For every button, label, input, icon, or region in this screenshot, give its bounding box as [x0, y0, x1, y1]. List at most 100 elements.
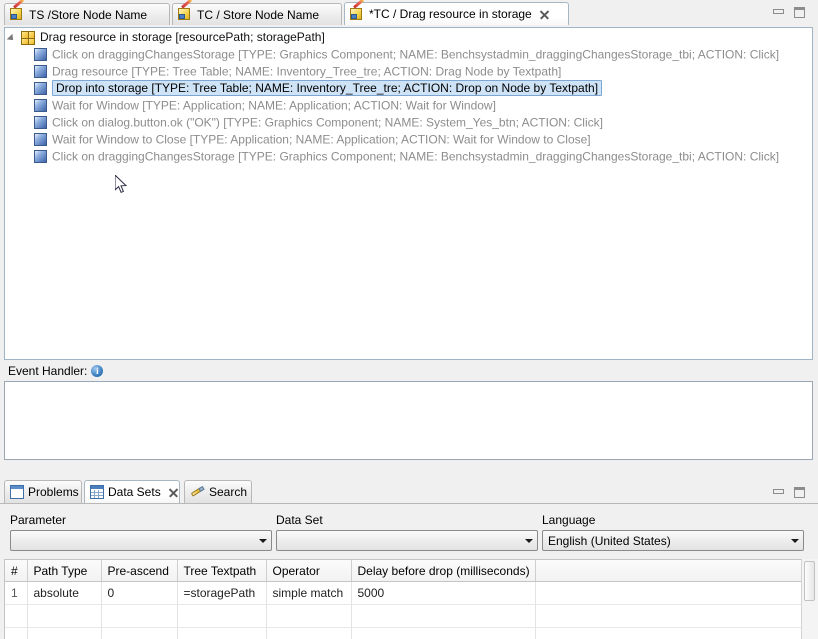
tree-item-click-dragging-changes-storage-1[interactable]: Click on draggingChangesStorage [TYPE: G…: [6, 46, 811, 63]
maximize-icon[interactable]: [793, 6, 807, 19]
column-header-tree-textpath[interactable]: Tree Textpath: [177, 560, 266, 582]
event-handler-label-row: Event Handler: i: [8, 364, 103, 378]
tree-item-label: Wait for Window [TYPE: Application; NAME…: [52, 98, 496, 112]
column-header-path-type[interactable]: Path Type: [27, 560, 101, 582]
blue-square-icon: [34, 65, 47, 78]
cell-path-type[interactable]: [27, 605, 101, 628]
cell-pre-ascend[interactable]: [101, 605, 177, 628]
table-row[interactable]: [5, 628, 805, 639]
search-pen-icon: [190, 485, 206, 499]
column-header-delay-before-drop[interactable]: Delay before drop (milliseconds): [351, 560, 535, 582]
language-combo[interactable]: English (United States): [542, 530, 804, 551]
part-sash[interactable]: [0, 468, 818, 473]
test-step-tree[interactable]: Drag resource in storage [resourcePath; …: [4, 27, 813, 360]
editor-icon: [10, 7, 25, 22]
language-value: English (United States): [543, 534, 787, 548]
editor-tab-label: TS /Store Node Name: [29, 8, 147, 22]
cell-delay-before-drop[interactable]: [351, 605, 535, 628]
language-label: Language: [542, 513, 595, 527]
tree-item-label: Click on draggingChangesStorage [TYPE: G…: [52, 149, 779, 163]
editor-tab-bar: TS /Store Node Name TC / Store Node Name…: [0, 0, 818, 25]
tree-item-wait-for-window[interactable]: Wait for Window [TYPE: Application; NAME…: [6, 97, 811, 114]
event-handler-editor[interactable]: [4, 381, 813, 460]
tree-root-item[interactable]: Drag resource in storage [resourcePath; …: [6, 29, 811, 46]
cell-index[interactable]: [5, 628, 27, 639]
tab-label: Search: [209, 485, 247, 499]
tab-problems[interactable]: Problems: [4, 480, 82, 503]
info-icon[interactable]: i: [91, 365, 103, 377]
data-set-label: Data Set: [276, 513, 323, 527]
scrollbar-thumb[interactable]: [804, 561, 815, 601]
editor-window-buttons: [772, 6, 807, 19]
blue-square-icon: [34, 99, 47, 112]
close-icon[interactable]: [539, 9, 550, 20]
cell-delay-before-drop[interactable]: 5000: [351, 582, 535, 605]
data-set-grid: # Path Type Pre-ascend Tree Textpath Ope…: [5, 560, 806, 639]
minimize-icon[interactable]: [772, 6, 786, 19]
cell-operator[interactable]: [266, 605, 351, 628]
editor-icon: [178, 7, 193, 22]
cell-index[interactable]: [5, 605, 27, 628]
data-set-combo[interactable]: [276, 530, 538, 551]
chevron-down-icon[interactable]: [521, 539, 537, 543]
cell-pre-ascend[interactable]: 0: [101, 582, 177, 605]
column-header-extra[interactable]: [535, 560, 805, 582]
data-sets-view: Parameter Data Set Language English (Uni…: [0, 503, 818, 639]
cell-path-type[interactable]: absolute: [27, 582, 101, 605]
tree-item-wait-for-window-to-close[interactable]: Wait for Window to Close [TYPE: Applicat…: [6, 131, 811, 148]
cell-extra[interactable]: [535, 605, 805, 628]
parameter-combo[interactable]: [10, 530, 272, 551]
blue-square-icon: [34, 116, 47, 129]
grid-folder-icon: [21, 31, 35, 45]
tree-content: Drag resource in storage [resourcePath; …: [6, 29, 811, 358]
tab-data-sets[interactable]: Data Sets: [84, 480, 180, 503]
cell-operator[interactable]: [266, 628, 351, 639]
cell-tree-textpath[interactable]: =storagePath: [177, 582, 266, 605]
tree-item-label: Click on draggingChangesStorage [TYPE: G…: [52, 47, 779, 61]
editor-tab-tc-drag-resource-in-storage[interactable]: *TC / Drag resource in storage: [344, 2, 569, 25]
blue-square-icon: [34, 133, 47, 146]
editor-tab-ts-store-node-name[interactable]: TS /Store Node Name: [4, 3, 170, 25]
column-header-pre-ascend[interactable]: Pre-ascend: [101, 560, 177, 582]
problems-icon: [10, 485, 24, 499]
column-header-operator[interactable]: Operator: [266, 560, 351, 582]
cell-delay-before-drop[interactable]: [351, 628, 535, 639]
chevron-down-icon[interactable]: [255, 539, 271, 543]
table-row[interactable]: 1 absolute 0 =storagePath simple match 5…: [5, 582, 805, 605]
editor-tab-label: *TC / Drag resource in storage: [369, 7, 532, 21]
editor-tab-label: TC / Store Node Name: [197, 8, 319, 22]
cell-operator[interactable]: simple match: [266, 582, 351, 605]
table-row[interactable]: [5, 605, 805, 628]
tree-item-drag-resource[interactable]: Drag resource [TYPE: Tree Table; NAME: I…: [6, 63, 811, 80]
bottom-view-part: Problems Data Sets Search Parameter Data…: [0, 474, 818, 638]
cell-index[interactable]: 1: [5, 582, 27, 605]
cell-tree-textpath[interactable]: [177, 605, 266, 628]
cell-extra[interactable]: [535, 628, 805, 639]
minimize-icon[interactable]: [772, 486, 786, 499]
cell-pre-ascend[interactable]: [101, 628, 177, 639]
cell-path-type[interactable]: [27, 628, 101, 639]
close-icon[interactable]: [168, 487, 179, 498]
blue-square-icon: [34, 82, 47, 95]
tab-label: Data Sets: [108, 485, 161, 499]
table-icon: [90, 485, 104, 499]
tree-item-click-dragging-changes-storage-2[interactable]: Click on draggingChangesStorage [TYPE: G…: [6, 148, 811, 165]
blue-square-icon: [34, 48, 47, 61]
view-window-buttons: [772, 486, 807, 499]
tab-search[interactable]: Search: [184, 480, 252, 503]
tree-item-drop-into-storage[interactable]: Drop into storage [TYPE: Tree Table; NAM…: [6, 80, 811, 97]
tree-item-label: Drop into storage [TYPE: Tree Table; NAM…: [52, 80, 602, 96]
cell-tree-textpath[interactable]: [177, 628, 266, 639]
cell-extra[interactable]: [535, 582, 805, 605]
data-set-table[interactable]: # Path Type Pre-ascend Tree Textpath Ope…: [4, 559, 814, 639]
expand-collapse-arrow-icon[interactable]: [7, 34, 16, 43]
event-handler-label: Event Handler:: [8, 364, 87, 378]
maximize-icon[interactable]: [793, 486, 807, 499]
chevron-down-icon[interactable]: [787, 539, 803, 543]
view-tab-bar: Problems Data Sets Search: [0, 478, 818, 503]
editor-tab-tc-store-node-name[interactable]: TC / Store Node Name: [172, 3, 342, 25]
table-vertical-scrollbar[interactable]: [801, 559, 818, 639]
tree-item-click-dialog-button-ok[interactable]: Click on dialog.button.ok ("OK") [TYPE: …: [6, 114, 811, 131]
parameter-label: Parameter: [10, 513, 66, 527]
column-header-index[interactable]: #: [5, 560, 27, 582]
